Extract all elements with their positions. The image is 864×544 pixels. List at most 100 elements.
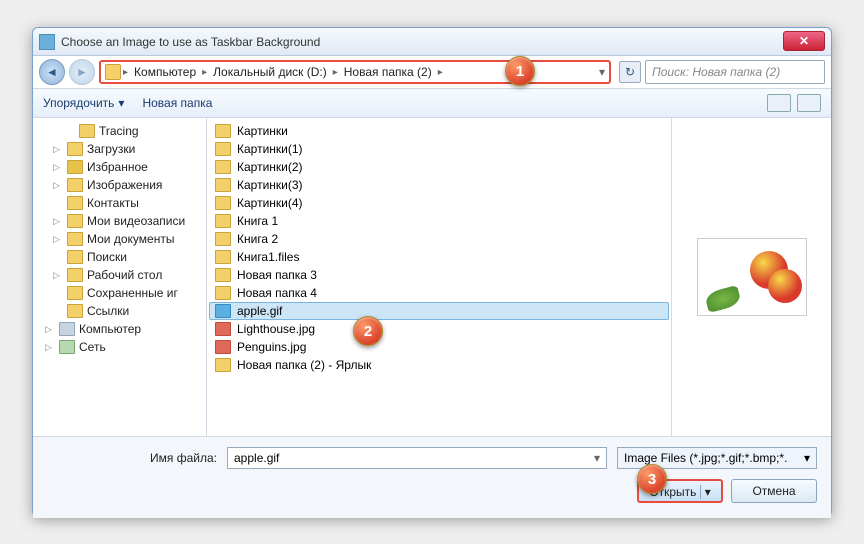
- back-button[interactable]: ◄: [39, 59, 65, 85]
- chevron-down-icon[interactable]: ▾: [599, 65, 605, 79]
- tree-node[interactable]: ▷Изображения: [35, 176, 204, 194]
- file-row[interactable]: Картинки(4): [209, 194, 669, 212]
- file-row[interactable]: Книга 1: [209, 212, 669, 230]
- folder-icon: [105, 64, 121, 80]
- file-row[interactable]: Книга 2: [209, 230, 669, 248]
- file-row[interactable]: apple.gif: [209, 302, 669, 320]
- jpg-icon: [215, 322, 231, 336]
- organize-menu[interactable]: Упорядочить ▾: [43, 96, 124, 110]
- folder-icon: [215, 250, 231, 264]
- folder-icon: [67, 304, 83, 318]
- file-row[interactable]: Новая папка 4: [209, 284, 669, 302]
- breadcrumb-seg[interactable]: Новая папка (2): [340, 64, 436, 80]
- folder-icon: [67, 286, 83, 300]
- tree-label: Поиски: [87, 250, 127, 264]
- chevron-right-icon[interactable]: ▸: [123, 67, 128, 78]
- tree-node[interactable]: ▷Избранное: [35, 158, 204, 176]
- tree-node[interactable]: Поиски: [35, 248, 204, 266]
- folder-icon: [215, 358, 231, 372]
- filename-label: Имя файла:: [47, 451, 217, 465]
- file-row[interactable]: Картинки(1): [209, 140, 669, 158]
- chevron-down-icon[interactable]: ▾: [594, 451, 600, 465]
- caret-icon[interactable]: ▷: [45, 324, 55, 335]
- folder-icon: [215, 124, 231, 138]
- file-list[interactable]: Картинки Картинки(1) Картинки(2) Картинки(3…: [207, 118, 671, 436]
- file-row[interactable]: Новая папка (2) - Ярлык: [209, 356, 669, 374]
- annotation-marker-3: 3: [637, 464, 667, 494]
- file-row[interactable]: Книга1.files: [209, 248, 669, 266]
- chevron-right-icon[interactable]: ▸: [202, 67, 207, 78]
- folder-icon: [215, 178, 231, 192]
- file-name: Картинки(2): [237, 160, 303, 174]
- tree-node[interactable]: Ссылки: [35, 302, 204, 320]
- apple-icon: [768, 269, 802, 303]
- annotation-marker-1: 1: [505, 56, 535, 86]
- chevron-down-icon[interactable]: ▾: [700, 485, 711, 499]
- tree-label: Мои документы: [87, 232, 174, 246]
- star-icon: [67, 160, 83, 174]
- tree-node[interactable]: ▷ Компьютер: [35, 320, 204, 338]
- close-button[interactable]: ✕: [783, 31, 825, 51]
- chevron-down-icon: ▾: [118, 96, 124, 110]
- caret-icon[interactable]: ▷: [53, 234, 63, 245]
- folder-icon: [215, 214, 231, 228]
- folder-icon: [215, 142, 231, 156]
- comp-icon: [59, 322, 75, 336]
- caret-icon[interactable]: ▷: [53, 162, 63, 173]
- tree-node[interactable]: ▷Рабочий стол: [35, 266, 204, 284]
- cancel-button[interactable]: Отмена: [731, 479, 817, 503]
- tree-node[interactable]: ▷Загрузки: [35, 140, 204, 158]
- tree-node[interactable]: Контакты: [35, 194, 204, 212]
- tree-node[interactable]: ▷ Мои документы: [35, 230, 204, 248]
- tree-node[interactable]: ▷Сеть: [35, 338, 204, 356]
- toolbar: Упорядочить ▾ Новая папка: [33, 88, 831, 118]
- file-name: Картинки(3): [237, 178, 303, 192]
- view-controls: [767, 94, 821, 112]
- caret-icon[interactable]: ▷: [45, 342, 55, 353]
- file-name: Картинки(1): [237, 142, 303, 156]
- view-mode-button[interactable]: [767, 94, 791, 112]
- folder-icon: [215, 268, 231, 282]
- annotation-marker-2: 2: [353, 316, 383, 346]
- tree-node[interactable]: Tracing: [35, 122, 204, 140]
- filename-input[interactable]: apple.gif▾: [227, 447, 607, 469]
- forward-button[interactable]: ►: [69, 59, 95, 85]
- tree-label: Сохраненные иг: [87, 286, 178, 300]
- file-name: Книга 1: [237, 214, 278, 228]
- filter-label: Image Files (*.jpg;*.gif;*.bmp;*.: [624, 451, 787, 465]
- file-row[interactable]: Картинки(2): [209, 158, 669, 176]
- leaf-icon: [703, 285, 741, 313]
- tree-label: Контакты: [87, 196, 139, 210]
- refresh-button[interactable]: ↻: [619, 61, 641, 83]
- chevron-right-icon[interactable]: ▸: [333, 67, 338, 78]
- folder-icon: [215, 160, 231, 174]
- nav-tree[interactable]: Tracing▷Загрузки▷Избранное▷Изображения Ко…: [33, 118, 207, 436]
- net-icon: [59, 340, 75, 354]
- file-name: Новая папка 3: [237, 268, 317, 282]
- file-row[interactable]: Новая папка 3: [209, 266, 669, 284]
- tree-node[interactable]: Сохраненные иг: [35, 284, 204, 302]
- file-name: Penguins.jpg: [237, 340, 306, 354]
- tree-label: Компьютер: [79, 322, 141, 336]
- organize-label: Упорядочить: [43, 96, 114, 110]
- app-icon: [39, 34, 55, 50]
- nav-row: ◄ ► ▸ Компьютер ▸ Локальный диск (D:) ▸ …: [33, 56, 831, 88]
- new-folder-button[interactable]: Новая папка: [142, 96, 212, 110]
- search-input[interactable]: Поиск: Новая папка (2): [645, 60, 825, 84]
- titlebar: Choose an Image to use as Taskbar Backgr…: [33, 28, 831, 56]
- file-row[interactable]: Картинки(3): [209, 176, 669, 194]
- file-row[interactable]: Картинки: [209, 122, 669, 140]
- caret-icon[interactable]: ▷: [53, 144, 63, 155]
- chevron-right-icon[interactable]: ▸: [438, 67, 443, 78]
- breadcrumb-seg[interactable]: Локальный диск (D:): [209, 64, 331, 80]
- file-row[interactable]: Penguins.jpg: [209, 338, 669, 356]
- file-row[interactable]: Lighthouse.jpg: [209, 320, 669, 338]
- caret-icon[interactable]: ▷: [53, 180, 63, 191]
- caret-icon[interactable]: ▷: [53, 270, 63, 281]
- tree-node[interactable]: ▷Мои видеозаписи: [35, 212, 204, 230]
- breadcrumb-seg[interactable]: Компьютер: [130, 64, 200, 80]
- folder-icon: [215, 286, 231, 300]
- help-button[interactable]: [797, 94, 821, 112]
- caret-icon[interactable]: ▷: [53, 216, 63, 227]
- folder-icon: [67, 214, 83, 228]
